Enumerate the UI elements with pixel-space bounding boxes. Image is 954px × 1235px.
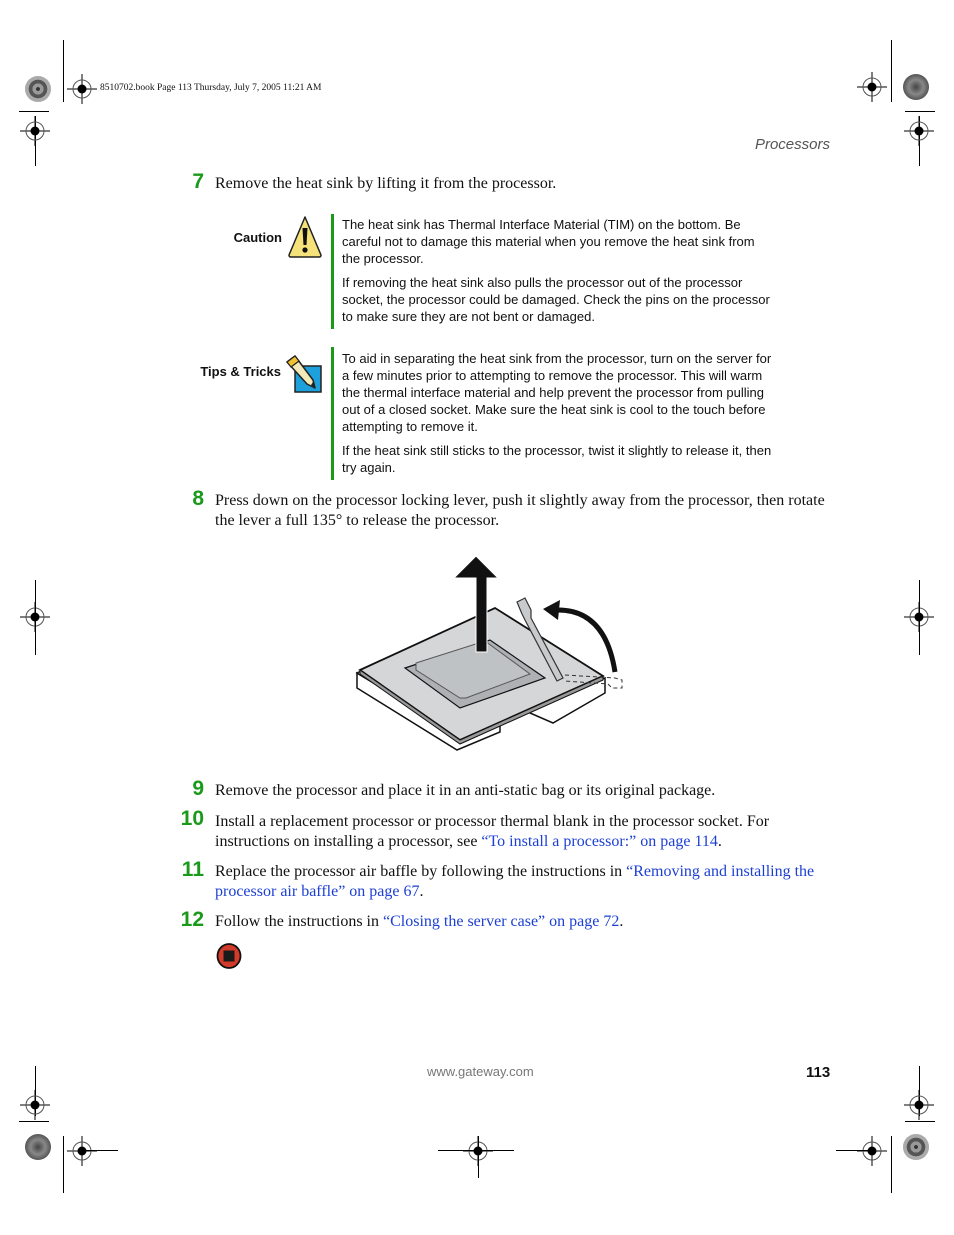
cross-reference-link[interactable]: “To install a processor:” on page 114: [481, 833, 717, 850]
crop-line: [905, 1121, 935, 1122]
footer-url: www.gateway.com: [427, 1064, 534, 1079]
color-target-icon: [903, 1134, 929, 1160]
color-target-icon: [25, 1134, 51, 1160]
crop-line: [63, 1136, 64, 1193]
tips-text: To aid in separating the heat sink from …: [342, 350, 772, 483]
step-text-part: Replace the processor air baffle by foll…: [215, 863, 627, 880]
step-text-part: Follow the instructions in: [215, 913, 383, 930]
running-head: Processors: [754, 136, 830, 153]
registration-mark-icon: [857, 1136, 887, 1166]
step-number: 9: [192, 777, 204, 800]
registration-mark-icon: [20, 116, 50, 146]
crop-line: [35, 580, 36, 655]
registration-mark-icon: [857, 72, 887, 102]
note-accent-bar: [331, 214, 334, 329]
crop-line: [478, 1136, 479, 1178]
crop-line: [63, 40, 64, 102]
registration-mark-icon: [20, 1090, 50, 1120]
step-text: Remove the heat sink by lifting it from …: [215, 175, 557, 192]
cross-reference-link[interactable]: “Closing the server case” on page 72: [383, 913, 619, 930]
pencil-icon: [286, 355, 322, 393]
step-text-part: .: [419, 882, 424, 900]
processor-removal-illustration: [355, 555, 623, 751]
step-text-part: .: [717, 832, 722, 850]
caution-text: The heat sink has Thermal Interface Mate…: [342, 216, 772, 332]
note-accent-bar: [331, 347, 334, 480]
crop-line: [82, 1150, 118, 1151]
step-number: 12: [180, 908, 204, 931]
caution-label: Caution: [233, 230, 282, 245]
registration-mark-icon: [67, 1136, 97, 1166]
step-text: Install a replacement processor or proce…: [215, 812, 835, 851]
step-number: 11: [181, 858, 204, 881]
caution-paragraph: If removing the heat sink also pulls the…: [342, 275, 770, 324]
print-slug: 8510702.book Page 113 Thursday, July 7, …: [100, 83, 322, 93]
tips-label: Tips & Tricks: [200, 364, 281, 379]
crop-line: [891, 40, 892, 102]
step-number: 7: [192, 170, 204, 193]
tips-paragraph: To aid in separating the heat sink from …: [342, 351, 772, 434]
crop-line: [836, 1150, 872, 1151]
registration-mark-icon: [67, 74, 97, 104]
crop-line: [919, 580, 920, 655]
page-number: 113: [806, 1064, 831, 1081]
registration-mark-icon: [904, 116, 934, 146]
registration-mark-icon: [904, 1090, 934, 1120]
crop-line: [438, 1150, 514, 1151]
crop-line: [19, 111, 49, 112]
crop-line: [905, 111, 935, 112]
step-number: 8: [192, 487, 204, 510]
caution-paragraph: The heat sink has Thermal Interface Mate…: [342, 217, 755, 266]
step-number: 10: [180, 807, 204, 830]
warning-triangle-icon: [288, 216, 322, 258]
tips-paragraph: If the heat sink still sticks to the pro…: [342, 443, 772, 475]
step-text-part: .: [619, 913, 624, 930]
step-text: Replace the processor air baffle by foll…: [215, 862, 835, 901]
step-text: Follow the instructions in “Closing the …: [215, 912, 835, 932]
step-text: Press down on the processor locking leve…: [215, 492, 825, 529]
color-target-icon: [903, 74, 929, 100]
step-text: Remove the processor and place it in an …: [215, 782, 716, 799]
crop-line: [19, 1121, 49, 1122]
crop-line: [891, 1136, 892, 1193]
stop-icon: [216, 943, 242, 969]
color-target-icon: [25, 76, 51, 102]
